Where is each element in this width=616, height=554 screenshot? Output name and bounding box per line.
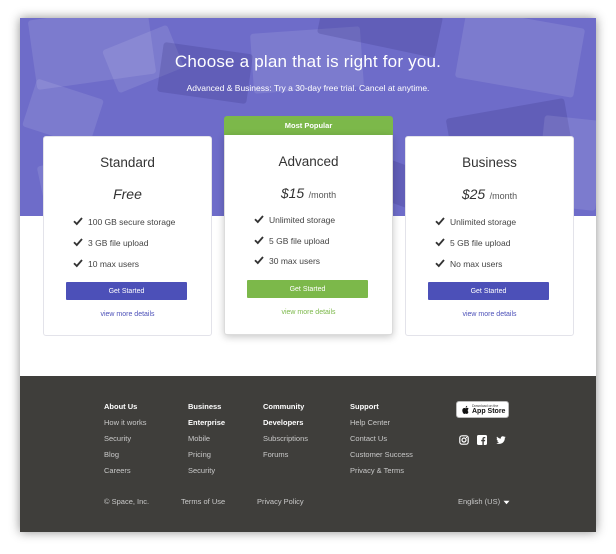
apple-icon bbox=[462, 405, 469, 415]
feature-label: 5 GB file upload bbox=[450, 238, 511, 248]
footer-column-about: About Us How it works Security Blog Care… bbox=[104, 402, 147, 482]
facebook-icon[interactable] bbox=[477, 435, 487, 445]
copyright-text: © Space, Inc. bbox=[104, 497, 150, 506]
get-started-button[interactable]: Get Started bbox=[247, 280, 368, 298]
feature-label: 30 max users bbox=[269, 256, 321, 266]
view-more-details-link[interactable]: view more details bbox=[225, 309, 392, 316]
footer-column-business: Business Enterprise Mobile Pricing Secur… bbox=[188, 402, 225, 482]
get-started-button[interactable]: Get Started bbox=[428, 282, 549, 300]
most-popular-badge: Most Popular bbox=[224, 116, 393, 136]
footer-heading[interactable]: About Us bbox=[104, 402, 147, 418]
feature-label: 100 GB secure storage bbox=[88, 217, 176, 227]
plan-price: Free bbox=[44, 186, 211, 204]
check-icon bbox=[254, 236, 264, 245]
site-footer: About Us How it works Security Blog Care… bbox=[20, 376, 596, 532]
footer-link[interactable]: Blog bbox=[104, 450, 147, 466]
footer-column-community: Community Developers Subscriptions Forum… bbox=[263, 402, 308, 466]
feature-label: 3 GB file upload bbox=[88, 238, 149, 248]
price-amount: $15 bbox=[280, 185, 305, 201]
check-icon bbox=[73, 259, 83, 268]
plan-card-business: Business $25 /month Unlimited storage 5 … bbox=[405, 136, 574, 336]
footer-heading[interactable]: Business bbox=[188, 402, 225, 418]
app-store-big-text: App Store bbox=[472, 408, 506, 415]
check-icon bbox=[435, 217, 445, 226]
check-icon bbox=[435, 238, 445, 247]
instagram-icon[interactable] bbox=[459, 435, 469, 445]
plan-price: $25 /month bbox=[406, 186, 573, 204]
app-store-badge[interactable]: Download on the App Store bbox=[456, 401, 509, 418]
check-icon bbox=[254, 256, 264, 265]
footer-heading[interactable]: Community bbox=[263, 402, 308, 418]
price-amount: Free bbox=[113, 186, 142, 202]
footer-link[interactable]: Careers bbox=[104, 466, 147, 482]
footer-heading[interactable]: Support bbox=[350, 402, 413, 418]
feature-label: Unlimited storage bbox=[450, 217, 517, 227]
footer-link[interactable]: Security bbox=[104, 434, 147, 450]
footer-link[interactable]: Privacy & Terms bbox=[350, 466, 413, 482]
plan-name: Advanced bbox=[278, 154, 339, 169]
check-icon bbox=[73, 238, 83, 247]
hero-subtitle: Advanced & Business: Try a 30-day free t… bbox=[186, 83, 430, 93]
caret-down-icon bbox=[503, 500, 510, 504]
terms-of-use-link[interactable]: Terms of Use bbox=[181, 497, 225, 506]
pricing-page: Choose a plan that is right for you. Adv… bbox=[20, 18, 596, 532]
footer-link[interactable]: Developers bbox=[263, 418, 308, 434]
footer-link[interactable]: Mobile bbox=[188, 434, 225, 450]
view-more-details-link[interactable]: view more details bbox=[406, 311, 573, 318]
language-selector[interactable]: English (US) bbox=[458, 497, 510, 506]
plan-name: Business bbox=[462, 155, 517, 170]
footer-link[interactable]: Contact Us bbox=[350, 434, 413, 450]
footer-link[interactable]: Security bbox=[188, 466, 225, 482]
footer-link[interactable]: How it works bbox=[104, 418, 147, 434]
get-started-button[interactable]: Get Started bbox=[66, 282, 187, 300]
language-label: English (US) bbox=[458, 497, 501, 506]
feature-label: Unlimited storage bbox=[269, 215, 336, 225]
footer-link[interactable]: Customer Success bbox=[350, 450, 413, 466]
footer-link[interactable]: Forums bbox=[263, 450, 308, 466]
plan-card-advanced: Advanced $15 /month Unlimited storage 5 … bbox=[224, 135, 393, 335]
plan-name: Standard bbox=[100, 155, 155, 170]
view-more-details-link[interactable]: view more details bbox=[44, 311, 211, 318]
footer-link[interactable]: Enterprise bbox=[188, 418, 225, 434]
price-period: /month bbox=[489, 191, 518, 201]
price-amount: $25 bbox=[461, 186, 486, 202]
footer-link[interactable]: Pricing bbox=[188, 450, 225, 466]
feature-label: 5 GB file upload bbox=[269, 236, 330, 246]
footer-link[interactable]: Subscriptions bbox=[263, 434, 308, 450]
feature-label: No max users bbox=[450, 259, 503, 269]
plan-price: $15 /month bbox=[225, 185, 392, 203]
footer-link[interactable]: Help Center bbox=[350, 418, 413, 434]
footer-column-support: Support Help Center Contact Us Customer … bbox=[350, 402, 413, 482]
check-icon bbox=[73, 217, 83, 226]
privacy-policy-link[interactable]: Privacy Policy bbox=[257, 497, 304, 506]
feature-label: 10 max users bbox=[88, 259, 140, 269]
check-icon bbox=[435, 259, 445, 268]
twitter-icon[interactable] bbox=[496, 435, 506, 445]
plan-card-standard: Standard Free 100 GB secure storage 3 GB… bbox=[43, 136, 212, 336]
hero-title: Choose a plan that is right for you. bbox=[174, 52, 442, 71]
price-period: /month bbox=[308, 190, 337, 200]
check-icon bbox=[254, 215, 264, 224]
